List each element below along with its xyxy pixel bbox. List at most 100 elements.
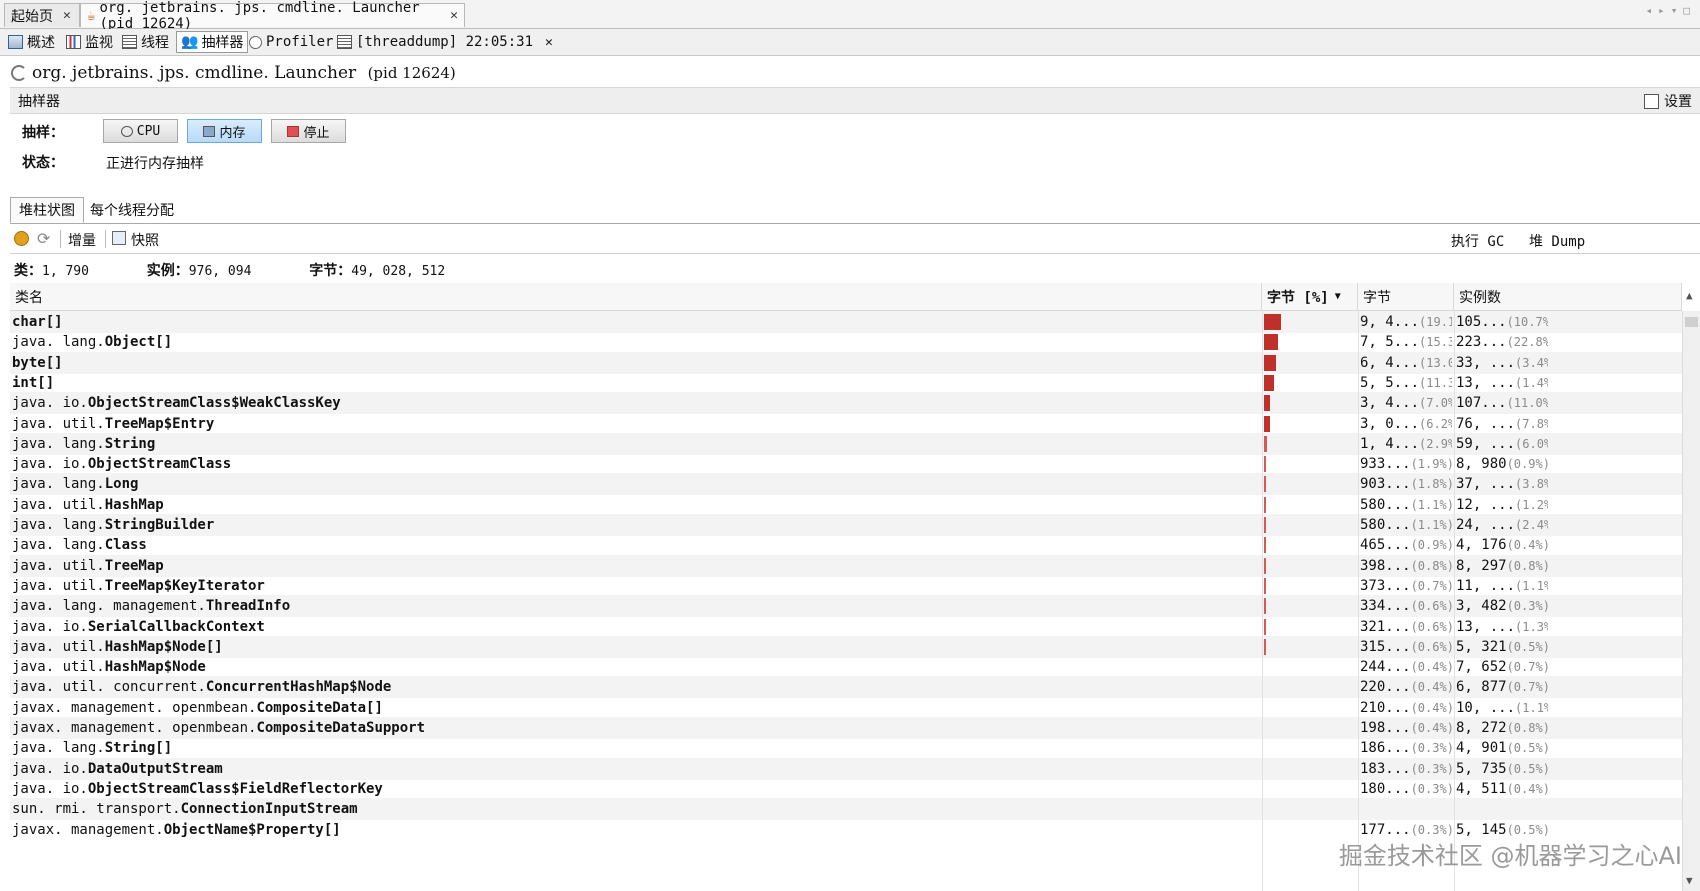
bytes-value: 180... [1360, 780, 1411, 797]
table-row[interactable]: java. lang. StringBuilder 580... (1.1%) 24,… [10, 514, 1682, 536]
tab-threaddump[interactable]: [threaddump] 22:05:31 ✕ [337, 32, 553, 52]
scroll-down-icon[interactable]: ▼ [1686, 874, 1693, 887]
table-row[interactable]: java. util. HashMap$Node 244... (0.4%) 7, 6… [10, 656, 1682, 678]
table-row[interactable]: javax. management. openmbean. CompositeD… [10, 697, 1682, 719]
bytes-percent: (0.8%) [1410, 558, 1452, 573]
delta-button[interactable]: 增量 [68, 230, 96, 250]
tab-heap-histogram[interactable]: 堆柱状图 [10, 197, 84, 223]
instances-value: 4, 901 [1456, 740, 1507, 757]
instances-cell: 223...(22.8%) [1456, 331, 1548, 353]
column-bytes-pct-label: 字节 [%] [1267, 289, 1329, 306]
table-row[interactable]: java. lang. Long903...(1.8%)37, ...(3.8%… [10, 473, 1682, 496]
snapshot-button[interactable]: 快照 [131, 230, 159, 250]
scroll-thumb[interactable] [1685, 317, 1698, 327]
settings-toggle[interactable]: 设置 [1644, 91, 1692, 111]
instances-value: 5, 735 [1456, 760, 1507, 777]
table-row[interactable]: java. util. HashMap 580... (1.1%) 12, ... (1… [10, 494, 1682, 516]
tab-start-page[interactable]: 起始页 ✕ [4, 3, 80, 27]
table-row[interactable]: java. util. HashMap$Node[] 315... (0.6%) 5,… [10, 635, 1682, 658]
tab-threaddump-label: [threaddump] 22:05:31 [356, 34, 534, 50]
table-row[interactable]: java. util. TreeMap 398... (0.8%) 8, 297 (0.… [10, 554, 1682, 577]
bytes-pct-cell [1262, 433, 1358, 455]
column-class-name-label: 类名 [15, 289, 43, 306]
table-row[interactable]: java. lang. String1, 4...(2.9%)59, ...(6… [10, 432, 1682, 455]
close-icon[interactable]: ✕ [63, 8, 71, 23]
class-name-cell: java. util. HashMap$Node[] [12, 636, 1257, 658]
instances-cell: 13, ...(1.3%) [1456, 616, 1548, 638]
instances-cell: 6, 877 (0.7%) [1456, 676, 1548, 698]
scroll-up-icon[interactable]: ▲ [1686, 289, 1693, 302]
tab-overview[interactable]: 概述 [8, 32, 55, 52]
instances-cell: 8, 272 (0.8%) [1456, 717, 1548, 739]
cpu-button[interactable]: CPU [103, 119, 178, 143]
table-row[interactable]: java. util. concurrent. ConcurrentHashMa… [10, 676, 1682, 699]
column-header-bytes-pct[interactable]: 字节 [%] ▼ [1262, 283, 1358, 311]
class-name-cell: java. lang. management. ThreadInfo [12, 595, 1257, 617]
class-package: javax. management. openmbean. [12, 720, 257, 736]
table-row[interactable]: javax. management. openmbean. CompositeD… [10, 717, 1682, 739]
tab-profiler[interactable]: Profiler [249, 32, 333, 52]
vertical-scrollbar[interactable]: ▲ ▼ [1682, 289, 1700, 891]
table-row[interactable]: java. lang. String[] 186... (0.3%) 4, 901 (0… [10, 737, 1682, 759]
table-row[interactable]: int[]5, 5...(11.3%)13, ...(1.4%) [10, 372, 1682, 394]
memory-button[interactable]: 内存 [187, 119, 262, 143]
page-title: org. jetbrains. jps. cmdline. Launcher (… [0, 58, 1700, 88]
column-instances-label: 实例数 [1459, 289, 1501, 306]
class-package: sun. rmi. transport. [12, 801, 181, 818]
table-row[interactable]: java. io. ObjectStreamClass$WeakClassKey… [10, 392, 1682, 415]
table-row[interactable]: byte[]6, 4...(13.0%)33, ...(3.4%) [10, 351, 1682, 374]
instances-percent: (0.7%) [1506, 660, 1548, 675]
class-name-cell: char[] [12, 311, 1257, 333]
pause-icon[interactable] [14, 231, 29, 246]
close-icon[interactable]: ✕ [545, 35, 553, 50]
title-pid: (pid 12624) [367, 64, 456, 82]
close-icon[interactable]: ✕ [450, 8, 458, 23]
bytes-pct-cell [1262, 534, 1358, 556]
bytes-percent: (6.2%) [1419, 416, 1452, 431]
heap-dump-button[interactable]: 堆 Dump [1529, 231, 1585, 251]
class-simple-name: CompositeData[] [256, 699, 383, 716]
column-header-bytes[interactable]: 字节 [1358, 283, 1454, 311]
settings-checkbox[interactable] [1644, 93, 1659, 109]
table-row[interactable]: java. io. ObjectStreamClass 933... (1.9%) 8… [10, 453, 1682, 475]
column-header-instances[interactable]: 实例数 [1454, 283, 1682, 311]
class-simple-name: String [104, 435, 156, 452]
run-gc-button[interactable]: 执行 GC [1451, 231, 1504, 251]
bytes-pct-cell [1262, 331, 1358, 353]
table-row[interactable]: java. io. ObjectStreamClass$FieldReflect… [10, 778, 1682, 800]
tab-monitor[interactable]: 监视 [66, 32, 113, 52]
table-row[interactable]: java. lang. Class 465... (0.9%) 4, 176 (0.4%… [10, 534, 1682, 556]
title-main: org. jetbrains. jps. cmdline. Launcher [32, 63, 357, 83]
column-divider [1262, 311, 1263, 891]
bytes-percent: (1.1%) [1410, 518, 1452, 532]
table-row[interactable]: java. lang. Object[]7, 5...(15.3%)223...… [10, 331, 1682, 353]
table-row[interactable]: java. util. TreeMap$Entry3, 0...(6.2%)76… [10, 413, 1682, 435]
tab-sampler[interactable]: 👥 抽样器 [176, 31, 249, 53]
bytes-cell: 6, 4...(13.0%) [1360, 352, 1452, 374]
table-row[interactable]: java. io. DataOutputStream 183... (0.3%) 5,… [10, 757, 1682, 780]
table-row[interactable]: sun. rmi. transport. ConnectionInputStre… [10, 798, 1682, 821]
instances-cell: 3, 482 (0.3%) [1456, 595, 1548, 617]
class-name-cell: sun. rmi. transport. ConnectionInputStre… [12, 798, 1257, 820]
class-simple-name: Object[] [104, 334, 173, 351]
table-row[interactable]: char[]9, 4...(19.1%)105...(10.7%) [10, 311, 1682, 333]
column-header-class-name[interactable]: 类名 [10, 283, 1262, 311]
bytes-value: 315... [1360, 638, 1411, 655]
tab-nav-arrows-icon[interactable]: ◂▸▾□ [1646, 4, 1697, 17]
tab-per-thread-allocation[interactable]: 每个线程分配 [82, 197, 182, 223]
instances-cell: 107...(11.0%) [1456, 392, 1548, 414]
table-row[interactable]: java. io. SerialCallbackContext 321... (0.… [10, 616, 1682, 638]
bytes-cell: 3, 0...(6.2%) [1360, 413, 1452, 435]
tab-launcher[interactable]: ☕ org. jetbrains. jps. cmdline. Launcher… [80, 0, 465, 32]
instances-percent: (3.8%) [1515, 477, 1548, 492]
table-row[interactable]: java. lang. management. ThreadInfo 334...… [10, 595, 1682, 618]
stop-button[interactable]: 停止 [271, 119, 346, 143]
class-name-cell: java. util. HashMap$Node [12, 656, 1257, 678]
table-row[interactable]: java. util. TreeMap$KeyIterator 373... (0.… [10, 575, 1682, 597]
tab-threads[interactable]: 线程 [122, 32, 169, 52]
bytes-pct-cell [1262, 555, 1358, 577]
bytes-value: 9, 4... [1360, 314, 1420, 330]
heap-summary: 类：1, 790 实例：976, 094 字节：49, 028, 512 [14, 260, 445, 280]
refresh-icon[interactable]: ⟳ [37, 229, 50, 248]
bytes-percent: (0.3%) [1410, 781, 1452, 796]
